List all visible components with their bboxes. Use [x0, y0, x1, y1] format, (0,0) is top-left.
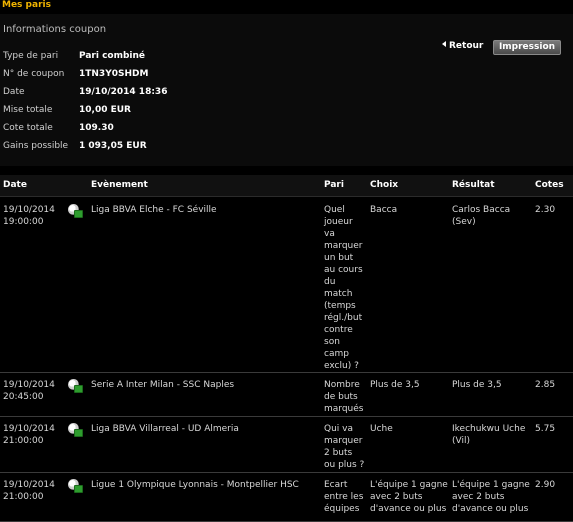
table-header: Date Evènement Pari Choix Résultat Cotes — [0, 175, 573, 197]
column-header-odds: Cotes — [535, 180, 564, 190]
column-header-choice: Choix — [370, 180, 399, 190]
row-choice: L'équipe 1 gagne avec 2 buts d'avance ou… — [370, 480, 448, 514]
row-choice: Bacca — [370, 205, 398, 215]
soccer-ball-icon — [68, 423, 83, 437]
table-row: 19/10/2014 19:00:00 Liga BBVA Elche - FC… — [0, 198, 573, 373]
row-choice: Uche — [370, 424, 393, 434]
back-label: Retour — [449, 41, 484, 51]
page-title: Mes paris — [2, 0, 51, 10]
row-date: 19/10/2014 21:00:00 — [3, 480, 55, 502]
column-header-bet: Pari — [324, 180, 344, 190]
row-result: Plus de 3,5 — [452, 380, 502, 390]
field-label: Date — [3, 87, 25, 97]
column-header-event: Evènement — [91, 180, 148, 190]
row-event: Serie A Inter Milan - SSC Naples — [91, 380, 235, 390]
row-result: L'équipe 1 gagne avec 2 buts d'avance ou… — [452, 480, 530, 514]
row-date: 19/10/2014 21:00:00 — [3, 424, 55, 446]
column-header-result: Résultat — [452, 180, 495, 190]
print-button[interactable]: Impression — [493, 40, 561, 55]
row-choice: Plus de 3,5 — [370, 380, 420, 390]
column-header-date: Date — [3, 180, 27, 190]
field-label: Cote totale — [3, 123, 53, 133]
field-label: Gains possible — [3, 141, 69, 151]
row-event: Ligue 1 Olympique Lyonnais - Montpellier… — [91, 480, 299, 490]
soccer-ball-icon — [68, 204, 83, 218]
row-date: 19/10/2014 20:45:00 — [3, 380, 55, 402]
field-value: 109.30 — [79, 123, 114, 133]
soccer-ball-icon — [68, 479, 83, 493]
coupon-section-title: Informations coupon — [3, 24, 107, 35]
row-odds: 2.85 — [535, 380, 556, 390]
row-odds: 5.75 — [535, 424, 556, 434]
field-value: 1TN3Y0SHDM — [79, 69, 149, 79]
row-bet: Qui va marquer 2 buts ou plus ? — [324, 424, 365, 470]
row-bet: Nombre de buts marqués — [324, 380, 364, 414]
field-value: 10,00 EUR — [79, 105, 131, 115]
table-row: 19/10/2014 21:00:00 Ligue 1 Olympique Ly… — [0, 473, 573, 522]
page-header: Mes paris — [0, 0, 573, 14]
back-link[interactable]: Retour — [442, 41, 483, 51]
row-bet: Quel joueur va marquer un but au cours d… — [324, 205, 363, 371]
arrow-left-icon — [442, 41, 446, 47]
coupon-info-panel: Informations coupon Retour Impression Ty… — [0, 14, 573, 166]
field-value: 19/10/2014 18:36 — [79, 87, 168, 97]
row-odds: 2.30 — [535, 205, 556, 215]
row-result: Carlos Bacca (Sev) — [452, 205, 511, 227]
row-event: Liga BBVA Elche - FC Séville — [91, 205, 217, 215]
field-label: N° de coupon — [3, 69, 65, 79]
soccer-ball-icon — [68, 379, 83, 393]
row-event: Liga BBVA Villarreal - UD Almeria — [91, 424, 239, 434]
field-value: Pari combiné — [79, 51, 146, 61]
row-date: 19/10/2014 19:00:00 — [3, 205, 55, 227]
field-value: 1 093,05 EUR — [79, 141, 147, 151]
row-bet: Ecart entre les équipes — [324, 480, 364, 514]
row-odds: 2.90 — [535, 480, 556, 490]
table-row: 19/10/2014 21:00:00 Liga BBVA Villarreal… — [0, 417, 573, 473]
row-result: Ikechukwu Uche (Vil) — [452, 424, 526, 446]
table-row: 19/10/2014 20:45:00 Serie A Inter Milan … — [0, 373, 573, 417]
field-label: Mise totale — [3, 105, 53, 115]
field-label: Type de pari — [3, 51, 59, 61]
